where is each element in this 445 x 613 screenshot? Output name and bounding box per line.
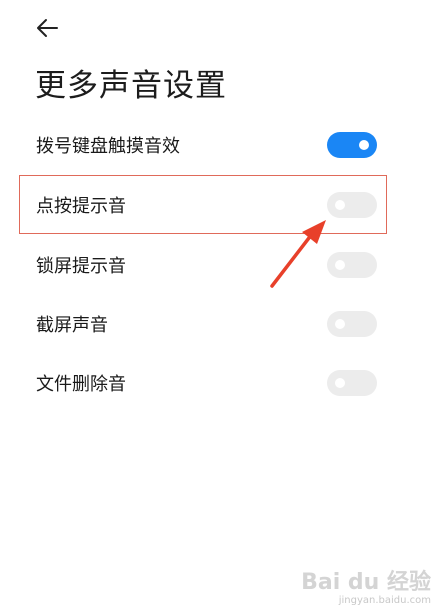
toggle-knob xyxy=(335,378,345,388)
setting-row-tap-sound: 点按提示音 xyxy=(0,175,445,235)
watermark-logo: Bai du 经验 xyxy=(301,570,431,595)
tap-sound-toggle[interactable] xyxy=(327,192,377,218)
setting-label: 锁屏提示音 xyxy=(36,256,126,277)
dialpad-touch-sound-toggle[interactable] xyxy=(327,132,377,158)
watermark-url: jingyan.baidu.com xyxy=(338,595,431,606)
toggle-knob xyxy=(335,260,345,270)
back-button[interactable] xyxy=(30,12,64,44)
setting-row-lock-screen-sound: 锁屏提示音 xyxy=(0,235,445,295)
setting-label: 文件删除音 xyxy=(36,374,126,395)
setting-label: 拨号键盘触摸音效 xyxy=(36,136,180,157)
lock-screen-sound-toggle[interactable] xyxy=(327,252,377,278)
setting-label: 点按提示音 xyxy=(36,196,126,217)
arrow-left-icon xyxy=(37,19,58,37)
file-delete-sound-toggle[interactable] xyxy=(327,370,377,396)
setting-row-screenshot-sound: 截屏声音 xyxy=(0,294,445,354)
page-title: 更多声音设置 xyxy=(35,68,227,104)
setting-row-file-delete-sound: 文件删除音 xyxy=(0,353,445,413)
screenshot-sound-toggle[interactable] xyxy=(327,311,377,337)
setting-row-dialpad-touch-sound: 拨号键盘触摸音效 xyxy=(0,115,445,175)
toggle-knob xyxy=(335,200,345,210)
baidu-jingyan-watermark: Bai du 经验 jingyan.baidu.com xyxy=(301,571,431,607)
toggle-knob xyxy=(335,319,345,329)
setting-label: 截屏声音 xyxy=(36,315,108,336)
toggle-knob xyxy=(359,140,369,150)
